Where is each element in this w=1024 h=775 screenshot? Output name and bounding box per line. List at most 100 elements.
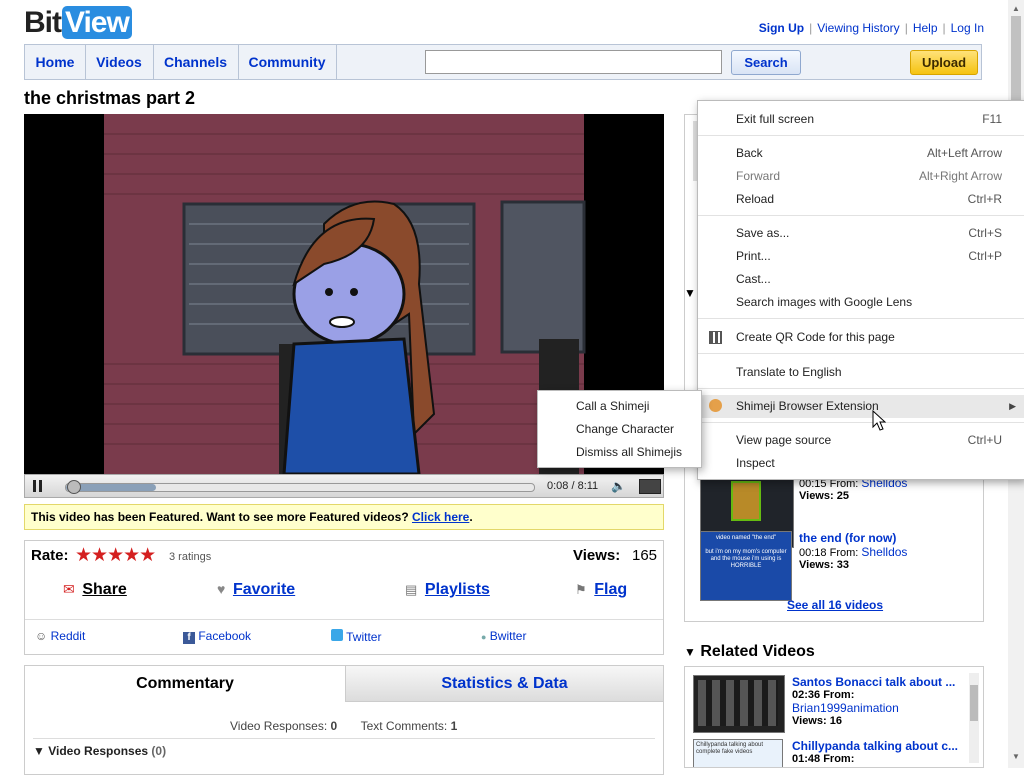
time-display: 0:08 / 8:11 [547, 480, 599, 492]
scrollbar-thumb[interactable] [1011, 16, 1021, 100]
facebook-share[interactable]: f Facebook [183, 629, 251, 644]
twitter-share[interactable]: Twitter [331, 629, 381, 644]
bwitter-icon: ● [481, 632, 487, 642]
video-views: 25 [836, 490, 849, 502]
divider [25, 619, 663, 620]
menu-item-qr-code[interactable]: Create QR Code for this page [698, 326, 1024, 349]
video-views: 33 [836, 559, 849, 571]
collapse-triangle-icon: ▼ [684, 645, 696, 659]
favorite-label: Favorite [232, 581, 296, 598]
flag-button[interactable]: ⚑ Flag [575, 581, 627, 599]
help-link[interactable]: Help [913, 21, 938, 35]
video-responses-header[interactable]: ▼ Video Responses (0) [33, 744, 166, 758]
menu-separator [698, 422, 1024, 423]
pause-icon[interactable] [31, 479, 45, 493]
seek-bar[interactable] [65, 480, 535, 494]
nav-channels[interactable]: Channels [153, 45, 239, 79]
views-label: Views: [573, 547, 621, 564]
playlist-icon: ▤ [405, 582, 418, 597]
submenu-item-change-character[interactable]: Change Character [576, 418, 674, 441]
seek-handle[interactable] [67, 480, 81, 494]
site-logo[interactable]: Bit View [24, 6, 132, 40]
scroll-down-icon[interactable]: ▼ [1012, 752, 1020, 761]
related-views-label: Views: [792, 715, 827, 727]
sign-up-link[interactable]: Sign Up [759, 21, 804, 35]
menu-item-shortcut: Ctrl+P [968, 249, 1002, 263]
playlists-button[interactable]: ▤ Playlists [405, 581, 490, 599]
favorite-button[interactable]: ♥ Favorite [217, 581, 295, 599]
submenu-item-dismiss-shimejis[interactable]: Dismiss all Shimejis [576, 441, 682, 464]
views-count: 165 [632, 547, 658, 564]
tab-statistics[interactable]: Statistics & Data [345, 666, 663, 702]
video-uploader-link[interactable]: Shelldos [861, 545, 907, 559]
menu-item-print[interactable]: Print... Ctrl+P [698, 245, 1024, 268]
log-in-link[interactable]: Log In [951, 21, 984, 35]
menu-item-label: Shimeji Browser Extension [736, 399, 879, 413]
collapse-triangle-icon[interactable]: ▼ [684, 286, 696, 300]
nav-home[interactable]: Home [25, 45, 86, 79]
fullscreen-icon[interactable] [639, 479, 661, 494]
related-scrollbar[interactable] [969, 673, 979, 763]
thumbnail-figure [731, 481, 761, 521]
reddit-share[interactable]: ☺ Reddit [35, 629, 85, 643]
video-responses-title: Video Responses [48, 744, 149, 758]
menu-item-save-as[interactable]: Save as... Ctrl+S [698, 222, 1024, 245]
related-duration: 01:48 [792, 753, 821, 765]
submenu-item-call-shimeji[interactable]: Call a Shimeji [576, 395, 649, 418]
nav-videos[interactable]: Videos [85, 45, 154, 79]
featured-end: . [469, 510, 473, 524]
shimeji-icon [709, 399, 722, 412]
heart-icon: ♥ [217, 581, 226, 597]
rating-stars[interactable]: ★★★★★ [75, 544, 156, 567]
featured-link[interactable]: Click here [412, 510, 469, 524]
twitter-icon [331, 629, 343, 641]
menu-item-shortcut: Ctrl+S [968, 226, 1002, 240]
menu-item-shortcut: Ctrl+U [967, 433, 1002, 447]
upload-button[interactable]: Upload [910, 50, 978, 75]
related-views: 16 [829, 715, 842, 727]
nav-community[interactable]: Community [238, 45, 337, 79]
menu-item-label: Print... [736, 249, 771, 263]
related-thumbnail[interactable]: Chillypanda talking about complete fake … [693, 739, 783, 767]
share-button[interactable]: ✉ Share [63, 581, 127, 599]
related-uploader-link[interactable]: Brian1999animation [792, 701, 899, 715]
menu-item-view-source[interactable]: View page source Ctrl+U [698, 429, 1024, 452]
related-from: From: [823, 753, 855, 765]
menu-item-label: View page source [736, 433, 832, 447]
search-button[interactable]: Search [731, 50, 801, 75]
video-thumbnail[interactable]: video named "the end" but i'm on my mom'… [700, 531, 792, 601]
bwitter-share[interactable]: ● Bwitter [481, 629, 526, 643]
related-title-link[interactable]: Santos Bonacci talk about ... [792, 675, 972, 689]
menu-item-translate[interactable]: Translate to English [698, 361, 1024, 384]
related-videos-header[interactable]: ▼ Related Videos [684, 643, 815, 661]
video-title-link[interactable]: the end (for now) [799, 531, 907, 545]
scrollbar-thumb[interactable] [970, 685, 978, 721]
menu-item-forward[interactable]: Forward Alt+Right Arrow [698, 165, 1024, 188]
menu-item-label: Exit full screen [736, 112, 815, 126]
tab-commentary[interactable]: Commentary [25, 666, 345, 702]
menu-item-back[interactable]: Back Alt+Left Arrow [698, 142, 1024, 165]
volume-icon[interactable]: 🔈 [611, 479, 626, 493]
see-all-videos-link[interactable]: See all 16 videos [787, 598, 883, 612]
menu-item-label: Search images with Google Lens [736, 295, 913, 309]
viewing-history-link[interactable]: Viewing History [817, 21, 899, 35]
video-views-label: Views: [799, 559, 834, 571]
menu-item-reload[interactable]: Reload Ctrl+R [698, 188, 1024, 211]
menu-item-label: Save as... [736, 226, 790, 240]
menu-item-label: Back [736, 146, 763, 160]
flag-label: Flag [594, 581, 628, 598]
menu-item-cast[interactable]: Cast... [698, 268, 1024, 291]
separator: | [942, 21, 946, 35]
menu-item-inspect[interactable]: Inspect [698, 452, 1024, 475]
menu-item-shimeji-extension[interactable]: Shimeji Browser Extension ▶ [698, 395, 1024, 418]
playlists-label: Playlists [424, 581, 490, 598]
menu-item-exit-fullscreen[interactable]: Exit full screen F11 [698, 108, 1024, 131]
related-title-link[interactable]: Chillypanda talking about c... [792, 739, 972, 753]
menu-item-google-lens[interactable]: Search images with Google Lens [698, 291, 1024, 314]
context-menu: Exit full screen F11 Back Alt+Left Arrow F… [697, 100, 1024, 480]
related-thumbnail[interactable] [693, 675, 785, 733]
logo-bit: Bit [24, 6, 62, 39]
scroll-up-icon[interactable]: ▲ [1012, 4, 1020, 13]
search-input[interactable] [425, 50, 722, 74]
reddit-label: Reddit [50, 629, 86, 643]
